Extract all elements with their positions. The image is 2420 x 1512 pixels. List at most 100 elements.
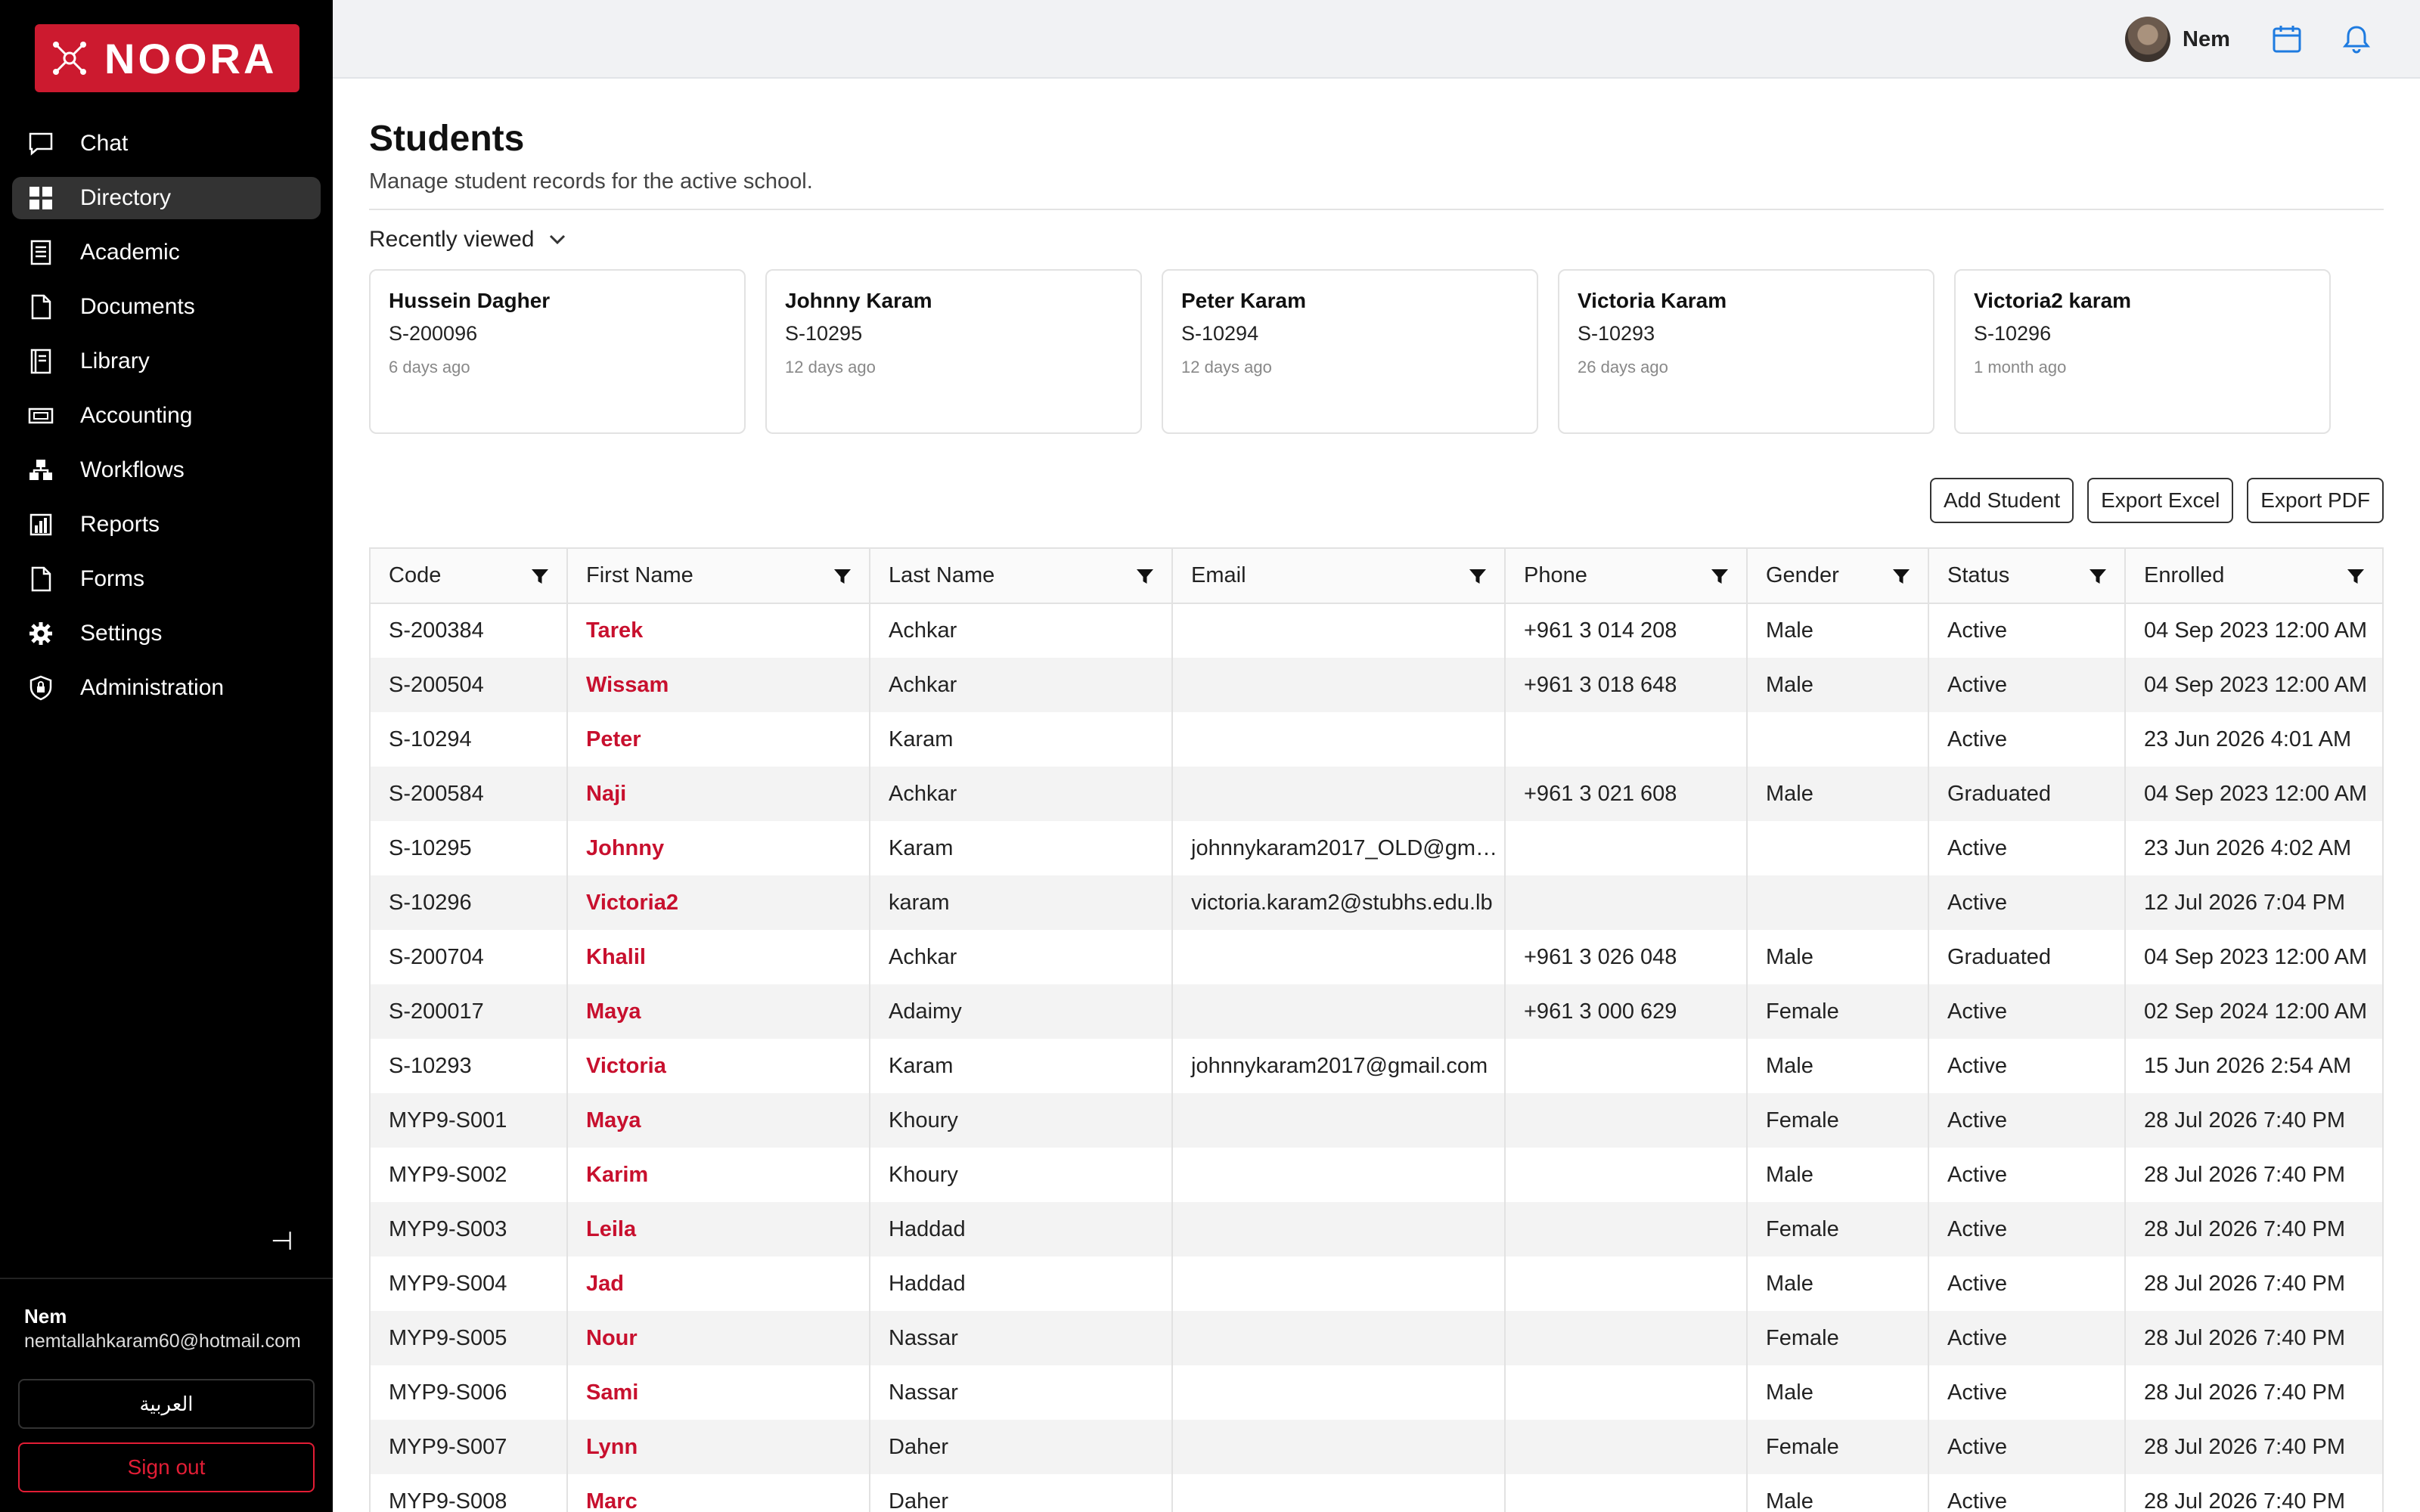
sidebar-item-documents[interactable]: Documents <box>12 286 321 328</box>
table-row[interactable]: MYP9-S004 Jad Haddad Male Active 28 Jul 2026 … <box>371 1256 2382 1311</box>
recent-student-code: S-10293 <box>1578 322 1655 345</box>
cell-first-name[interactable]: Peter <box>567 712 870 767</box>
recently-viewed-toggle[interactable]: Recently viewed <box>369 227 569 253</box>
table-row[interactable]: S-200704 Khalil Achkar +961 3 026 048 Male Gr… <box>371 930 2382 984</box>
cell-email <box>1172 1148 1506 1202</box>
recent-student-card[interactable]: Victoria2 karam S-10296 1 month ago <box>1954 269 2331 434</box>
language-switch-button[interactable]: العربية <box>18 1379 315 1429</box>
cell-status: Active <box>1928 1148 2126 1202</box>
sidebar-item-accounting[interactable]: Accounting <box>12 395 321 437</box>
topbar-user-name[interactable]: Nem <box>2183 27 2230 52</box>
sidebar-item-directory[interactable]: Directory <box>12 177 321 219</box>
cell-email: victoria.karam2@stubhs.edu.lb <box>1172 875 1506 930</box>
cell-first-name[interactable]: Marc <box>567 1474 870 1512</box>
table-row[interactable]: S-200584 Naji Achkar +961 3 021 608 Male Grad… <box>371 767 2382 821</box>
recent-student-card[interactable]: Peter Karam S-10294 12 days ago <box>1162 269 1538 434</box>
cell-last-name: Achkar <box>870 603 1173 658</box>
column-header-last-name[interactable]: Last Name <box>870 549 1173 604</box>
sidebar-item-academic[interactable]: Academic <box>12 231 321 274</box>
table-row[interactable]: S-10296 Victoria2 karam victoria.karam2@stu… <box>371 875 2382 930</box>
sidebar-item-workflows[interactable]: Workflows <box>12 449 321 491</box>
table-header-row: Code First Name Last Name Email Phone Gender S… <box>371 549 2382 604</box>
cell-gender: Male <box>1747 1148 1929 1202</box>
cell-first-name[interactable]: Lynn <box>567 1420 870 1474</box>
table-row[interactable]: MYP9-S001 Maya Khoury Female Active 28 Jul 20… <box>371 1093 2382 1148</box>
bell-icon[interactable] <box>2340 23 2373 56</box>
avatar[interactable] <box>2125 17 2170 62</box>
sidebar-item-reports[interactable]: Reports <box>12 503 321 546</box>
filter-icon[interactable] <box>1468 567 1488 587</box>
table-row[interactable]: MYP9-S005 Nour Nassar Female Active 28 Jul 20… <box>371 1311 2382 1365</box>
cell-first-name[interactable]: Nour <box>567 1311 870 1365</box>
cell-last-name: Nassar <box>870 1365 1173 1420</box>
table-row[interactable]: MYP9-S002 Karim Khoury Male Active 28 Jul 202… <box>371 1148 2382 1202</box>
column-header-email[interactable]: Email <box>1172 549 1506 604</box>
cell-first-name[interactable]: Khalil <box>567 930 870 984</box>
column-header-phone[interactable]: Phone <box>1505 549 1748 604</box>
filter-icon[interactable] <box>1135 567 1155 587</box>
table-row[interactable]: MYP9-S007 Lynn Daher Female Active 28 Jul 202… <box>371 1420 2382 1474</box>
cell-first-name[interactable]: Johnny <box>567 821 870 875</box>
filter-icon[interactable] <box>2088 567 2108 587</box>
sidebar-item-administration[interactable]: Administration <box>12 667 321 709</box>
recent-student-card[interactable]: Johnny Karam S-10295 12 days ago <box>765 269 1142 434</box>
column-header-first-name[interactable]: First Name <box>567 549 870 604</box>
sidebar-item-chat[interactable]: Chat <box>12 122 321 165</box>
sidebar-item-forms[interactable]: Forms <box>12 558 321 600</box>
table-row[interactable]: S-10295 Johnny Karam johnnykaram2017_OLD@gm… <box>371 821 2382 875</box>
column-header-enrolled[interactable]: Enrolled <box>2125 549 2382 604</box>
cell-last-name: Haddad <box>870 1202 1173 1256</box>
cell-enrolled: 04 Sep 2023 12:00 AM <box>2144 618 2368 643</box>
table-row[interactable]: MYP9-S008 Marc Daher Male Active 28 Jul 2026 … <box>371 1474 2382 1512</box>
cell-first-name[interactable]: Tarek <box>567 603 870 658</box>
export-excel-button[interactable]: Export Excel <box>2087 478 2234 523</box>
column-header-label: Code <box>389 563 442 587</box>
cell-gender: Male <box>1747 1039 1929 1093</box>
page-subtitle: Manage student records for the active sc… <box>369 169 813 194</box>
recent-student-name: Johnny Karam <box>785 289 932 312</box>
cell-first-name[interactable]: Naji <box>567 767 870 821</box>
filter-icon[interactable] <box>530 567 550 587</box>
pin-sidebar-icon[interactable]: ⊣ <box>271 1226 293 1256</box>
table-row[interactable]: S-10294 Peter Karam Active 23 Jun 2026 4:01 … <box>371 712 2382 767</box>
cell-phone: +961 3 000 629 <box>1505 984 1748 1039</box>
recent-student-card[interactable]: Hussein Dagher S-200096 6 days ago <box>369 269 746 434</box>
cell-first-name[interactable]: Victoria2 <box>567 875 870 930</box>
noora-logo[interactable]: NOORA <box>35 24 299 92</box>
filter-icon[interactable] <box>2346 567 2366 587</box>
cell-first-name[interactable]: Jad <box>567 1256 870 1311</box>
column-header-gender[interactable]: Gender <box>1747 549 1929 604</box>
export-pdf-button[interactable]: Export PDF <box>2247 478 2384 523</box>
table-row[interactable]: S-200504 Wissam Achkar +961 3 018 648 Male Ac… <box>371 658 2382 712</box>
cell-first-name[interactable]: Sami <box>567 1365 870 1420</box>
add-student-button[interactable]: Add Student <box>1930 478 2074 523</box>
cell-phone <box>1505 712 1748 767</box>
cell-first-name[interactable]: Wissam <box>567 658 870 712</box>
table-row[interactable]: S-200384 Tarek Achkar +961 3 014 208 Male Act… <box>371 603 2382 658</box>
cell-first-name[interactable]: Maya <box>567 1093 870 1148</box>
cell-phone: +961 3 021 608 <box>1505 767 1748 821</box>
cell-last-name: Karam <box>870 1039 1173 1093</box>
table-row[interactable]: S-10293 Victoria Karam johnnykaram2017@gmai… <box>371 1039 2382 1093</box>
sidebar-item-settings[interactable]: Settings <box>12 612 321 655</box>
cell-code: S-200504 <box>371 658 568 712</box>
cell-phone <box>1505 821 1748 875</box>
cell-first-name[interactable]: Maya <box>567 984 870 1039</box>
column-header-code[interactable]: Code <box>371 549 568 604</box>
cell-first-name[interactable]: Karim <box>567 1148 870 1202</box>
filter-icon[interactable] <box>1891 567 1911 587</box>
cell-code: MYP9-S006 <box>371 1365 568 1420</box>
cell-first-name[interactable]: Victoria <box>567 1039 870 1093</box>
calendar-icon[interactable] <box>2270 23 2304 56</box>
recent-student-card[interactable]: Victoria Karam S-10293 26 days ago <box>1558 269 1934 434</box>
recent-student-code: S-10295 <box>785 322 863 345</box>
sign-out-button[interactable]: Sign out <box>18 1442 315 1492</box>
filter-icon[interactable] <box>833 567 852 587</box>
column-header-status[interactable]: Status <box>1928 549 2126 604</box>
filter-icon[interactable] <box>1710 567 1730 587</box>
table-row[interactable]: S-200017 Maya Adaimy +961 3 000 629 Female Ac… <box>371 984 2382 1039</box>
cell-first-name[interactable]: Leila <box>567 1202 870 1256</box>
table-row[interactable]: MYP9-S003 Leila Haddad Female Active 28 Jul 2… <box>371 1202 2382 1256</box>
sidebar-item-library[interactable]: Library <box>12 340 321 383</box>
table-row[interactable]: MYP9-S006 Sami Nassar Male Active 28 Jul 2026… <box>371 1365 2382 1420</box>
